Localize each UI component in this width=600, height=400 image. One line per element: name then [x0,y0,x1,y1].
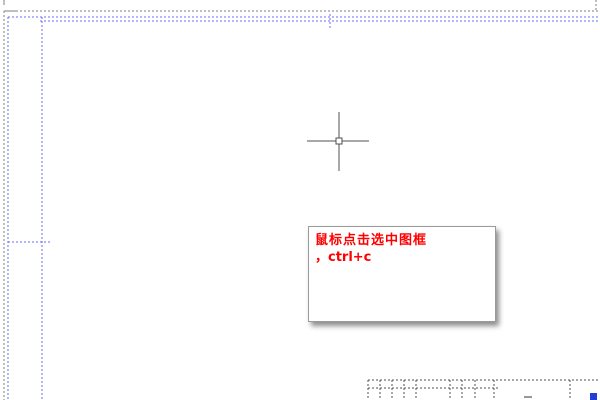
cad-drawing-area[interactable] [0,0,600,400]
tooltip-line-1: 鼠标点击选中图框 [315,233,428,248]
drawing-canvas[interactable]: 鼠标点击选中图框 ，ctrl+c [0,0,600,400]
grip-handle-icon[interactable] [590,393,597,400]
crosshair-cursor-icon [307,112,369,171]
title-block [367,379,600,400]
instruction-tooltip: 鼠标点击选中图框 ，ctrl+c [308,226,496,322]
tooltip-line-2: ，ctrl+c [315,250,372,265]
